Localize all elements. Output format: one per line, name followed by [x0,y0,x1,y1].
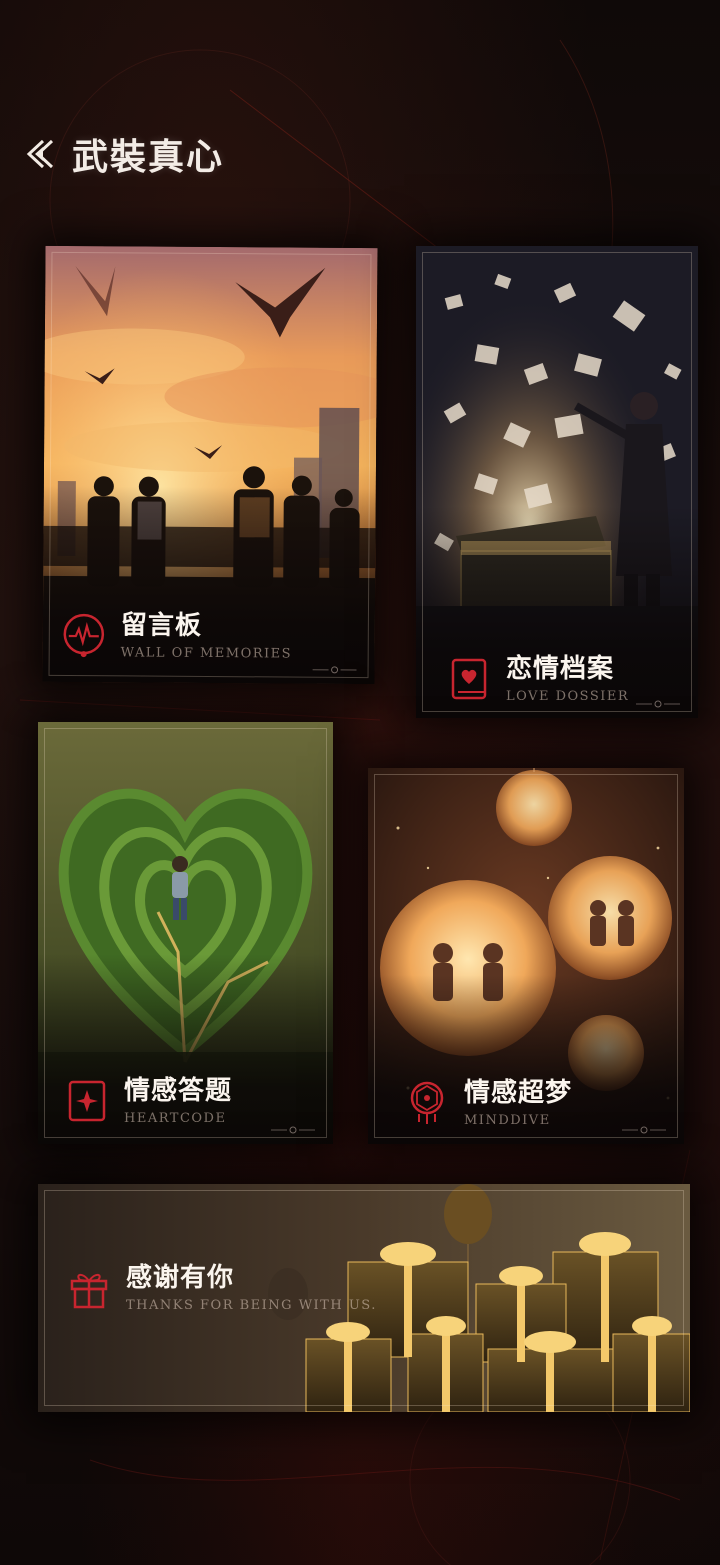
decorative-dots-icon [312,666,357,674]
card-label: 情感超梦 MINDDIVE [404,1077,572,1128]
card-label: 情感答题 HEARTCODE [64,1075,232,1126]
card-love-dossier[interactable]: 恋情档案 LOVE DOSSIER [416,246,698,718]
gift-box-icon [66,1265,112,1311]
card-subtitle: MINDDIVE [464,1113,551,1128]
heart-book-icon [446,656,492,702]
card-minddive[interactable]: 情感超梦 MINDDIVE [368,768,684,1144]
decorative-dots-icon [271,1126,315,1134]
card-label: 恋情档案 LOVE DOSSIER [446,653,629,704]
card-subtitle: WALL OF MEMORIES [120,645,293,662]
card-title: 情感超梦 [464,1078,573,1108]
decorative-dots-icon [636,700,680,708]
page-root: 武裝真心 留言板 WALL OF MEMORIES 恋情档案 LOVE DOSS… [0,0,720,1565]
card-title: 恋情档案 [506,654,615,684]
dreamcatcher-icon [404,1080,450,1126]
card-subtitle: THANKS FOR BEING WITH US. [126,1298,377,1313]
back-button[interactable] [20,134,60,174]
card-label: 留言板 WALL OF MEMORIES [61,609,293,662]
heartbeat-circle-icon [61,611,107,657]
card-heartcode[interactable]: 情感答题 HEARTCODE [38,722,333,1144]
card-title: 情感答题 [124,1076,233,1106]
sparkle-card-icon [64,1078,110,1124]
header: 武裝真心 [20,128,224,180]
card-label: 感谢有你 THANKS FOR BEING WITH US. [66,1262,377,1313]
card-subtitle: LOVE DOSSIER [506,689,630,704]
card-title: 感谢有你 [126,1263,235,1293]
page-title: 武裝真心 [72,136,225,178]
card-title: 留言板 [120,610,202,641]
card-thanks[interactable]: 感谢有你 THANKS FOR BEING WITH US. [38,1184,690,1412]
card-subtitle: HEARTCODE [124,1111,227,1126]
decorative-dots-icon [622,1126,666,1134]
double-chevron-left-icon [26,139,54,169]
card-wall-of-memories[interactable]: 留言板 WALL OF MEMORIES [42,245,378,685]
